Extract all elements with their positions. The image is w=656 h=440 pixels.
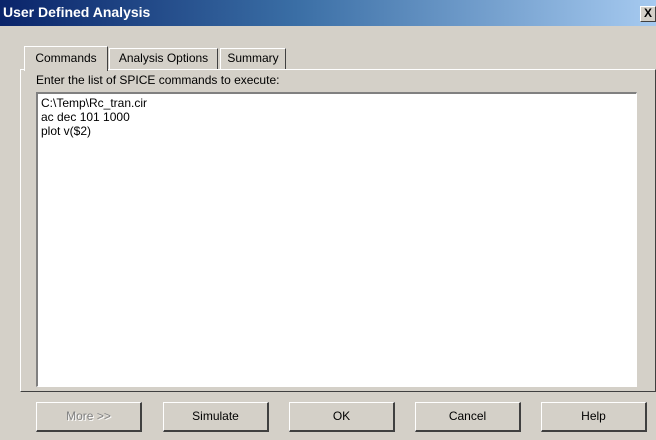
tab-commands-label: Commands bbox=[35, 51, 97, 65]
command-line: ac dec 101 1000 bbox=[41, 110, 130, 124]
command-line: plot v($2) bbox=[41, 124, 92, 138]
close-button[interactable]: X bbox=[640, 6, 656, 22]
window-title: User Defined Analysis bbox=[3, 4, 151, 20]
help-button[interactable]: Help bbox=[541, 402, 647, 432]
tab-analysis-options[interactable]: Analysis Options bbox=[109, 48, 218, 69]
simulate-button[interactable]: Simulate bbox=[163, 402, 269, 432]
tab-analysis-options-label: Analysis Options bbox=[118, 51, 209, 65]
instruction-label: Enter the list of SPICE commands to exec… bbox=[36, 73, 280, 87]
tab-commands[interactable]: Commands bbox=[24, 46, 108, 71]
more-button[interactable]: More >> bbox=[36, 402, 142, 432]
close-icon: X bbox=[643, 6, 652, 20]
title-bar: User Defined Analysis X bbox=[0, 0, 656, 26]
tab-summary[interactable]: Summary bbox=[220, 48, 286, 69]
cancel-button[interactable]: Cancel bbox=[415, 402, 521, 432]
user-defined-analysis-dialog: User Defined Analysis X Commands Analysi… bbox=[0, 0, 656, 440]
ok-button[interactable]: OK bbox=[289, 402, 395, 432]
tab-summary-label: Summary bbox=[227, 51, 279, 65]
command-line: C:\Temp\Rc_tran.cir bbox=[41, 96, 148, 110]
spice-commands-textarea[interactable]: C:\Temp\Rc_tran.cir ac dec 101 1000 plot… bbox=[36, 92, 637, 387]
